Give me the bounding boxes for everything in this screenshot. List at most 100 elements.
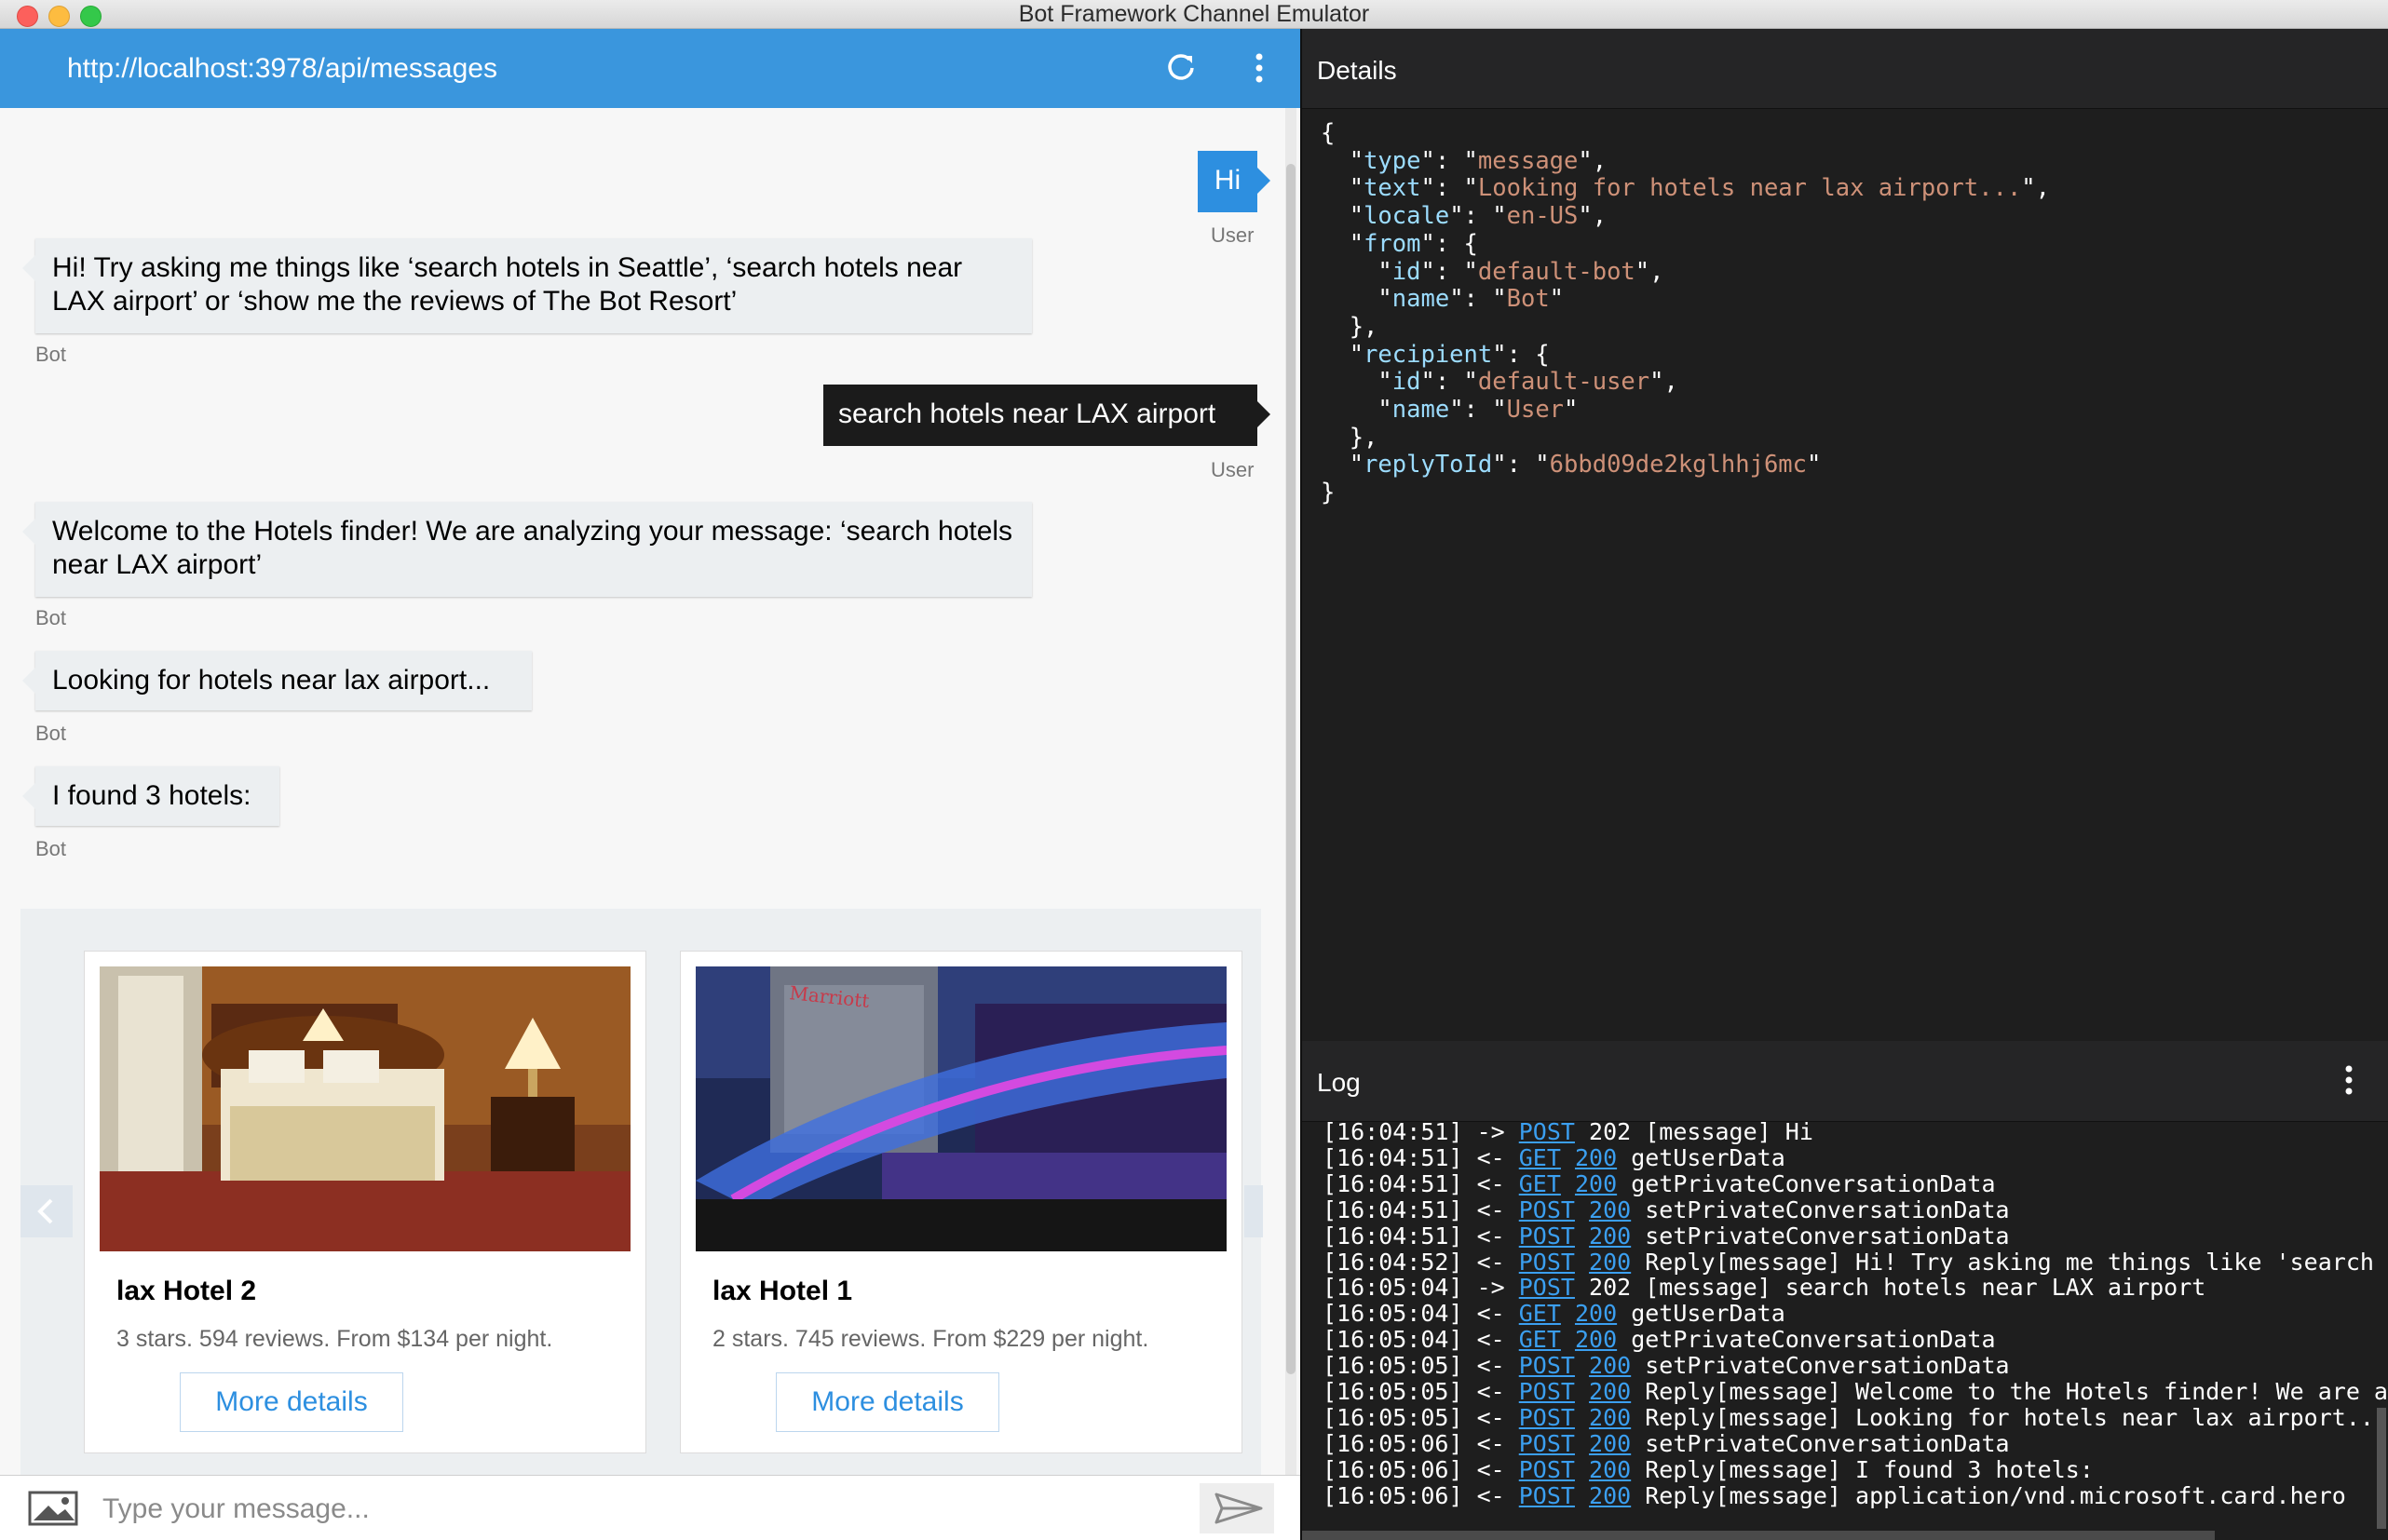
send-button[interactable] xyxy=(1200,1483,1274,1533)
log-direction: <- xyxy=(1476,1196,1505,1223)
log-status[interactable]: 200 xyxy=(1575,1170,1617,1197)
carousel-next-button[interactable] xyxy=(1244,1185,1263,1237)
log-line: [16:05:06] <- POST 200 setPrivateConvers… xyxy=(1323,1429,2388,1457)
hotel-title: lax Hotel 1 xyxy=(712,1276,853,1306)
hotel-card: lax Hotel 2 3 stars. 594 reviews. From $… xyxy=(84,951,646,1453)
log-method-link[interactable]: POST xyxy=(1519,1223,1575,1250)
log-status[interactable]: 200 xyxy=(1589,1223,1631,1250)
sender-label: Bot xyxy=(35,837,67,860)
log-method-link[interactable]: POST xyxy=(1519,1482,1575,1509)
log-message: Reply[message] Hi! Try asking me things … xyxy=(1645,1248,2388,1276)
log-method-link[interactable]: GET xyxy=(1519,1326,1561,1353)
log-status[interactable]: 200 xyxy=(1575,1326,1617,1353)
more-options-icon[interactable] xyxy=(1239,47,1280,88)
log-status[interactable]: 200 xyxy=(1589,1404,1631,1431)
log-status[interactable]: 200 xyxy=(1575,1144,1617,1171)
log-message: [message] Hi xyxy=(1645,1118,1813,1145)
sender-label: Bot xyxy=(35,343,67,366)
details-panel: Details { "type": "message", "text": "Lo… xyxy=(1302,29,2388,1041)
user-message[interactable]: Hi xyxy=(1198,151,1270,212)
sender-label: User xyxy=(1211,223,1255,247)
log-status[interactable]: 200 xyxy=(1575,1300,1617,1327)
image-upload-icon[interactable] xyxy=(26,1489,82,1528)
window-title: Bot Framework Channel Emulator xyxy=(1018,1,1370,27)
log-line: [16:05:04] <- GET 200 getPrivateConversa… xyxy=(1323,1327,2388,1353)
message-input[interactable] xyxy=(101,1483,1185,1535)
log-direction: <- xyxy=(1476,1352,1505,1380)
bot-message[interactable]: Welcome to the Hotels finder! We are ana… xyxy=(22,502,1032,597)
log-message: [message] search hotels near LAX airport xyxy=(1645,1274,2206,1302)
chat-scrollbar[interactable] xyxy=(1285,108,1296,1475)
log-method-link[interactable]: POST xyxy=(1519,1456,1575,1483)
log-status[interactable]: 200 xyxy=(1589,1196,1631,1223)
log-method-link[interactable]: GET xyxy=(1519,1170,1561,1197)
log-direction: <- xyxy=(1476,1143,1505,1171)
log-direction: <- xyxy=(1476,1403,1505,1431)
log-message: Reply[message] Welcome to the Hotels fin… xyxy=(1645,1378,2388,1406)
log-timestamp: [16:05:04] xyxy=(1323,1326,1477,1354)
log-line: [16:04:52] <- POST 200 Reply[message] Hi… xyxy=(1323,1248,2388,1276)
log-direction: -> xyxy=(1476,1274,1505,1302)
log-message: getPrivateConversationData xyxy=(1631,1326,1996,1354)
more-details-button[interactable]: More details xyxy=(776,1372,999,1432)
log-scrollbar[interactable] xyxy=(2377,1408,2386,1529)
log-direction: <- xyxy=(1476,1455,1505,1483)
log-message: getPrivateConversationData xyxy=(1631,1169,1996,1197)
log-timestamp: [16:05:05] xyxy=(1323,1352,1477,1380)
sender-label: Bot xyxy=(35,606,67,629)
log-timestamp: [16:05:06] xyxy=(1323,1455,1477,1483)
refresh-icon[interactable] xyxy=(1160,47,1201,88)
log-method-link[interactable]: POST xyxy=(1519,1118,1575,1145)
details-header: Details xyxy=(1302,29,2388,109)
more-details-button[interactable]: More details xyxy=(180,1372,403,1432)
window-titlebar: Bot Framework Channel Emulator xyxy=(0,0,2388,29)
log-status: 202 xyxy=(1589,1274,1632,1302)
hotel-exterior-image: Marriott xyxy=(696,966,1227,1251)
log-timestamp: [16:05:06] xyxy=(1323,1481,1477,1509)
log-method-link[interactable]: POST xyxy=(1519,1274,1575,1301)
log-title: Log xyxy=(1317,1068,1361,1097)
log-method-link[interactable]: GET xyxy=(1519,1300,1561,1327)
log-horizontal-scrollbar[interactable] xyxy=(1302,1531,2215,1540)
log-line: [16:05:06] <- POST 200 Reply[message] I … xyxy=(1323,1455,2388,1483)
carousel-prev-button[interactable] xyxy=(20,1185,73,1237)
log-method-link[interactable]: POST xyxy=(1519,1404,1575,1431)
chat-panel: http://localhost:3978/api/messages Hi Us… xyxy=(0,29,1300,1540)
log-status[interactable]: 200 xyxy=(1589,1249,1631,1276)
user-message[interactable]: search hotels near LAX airport xyxy=(823,385,1270,446)
log-timestamp: [16:04:51] xyxy=(1323,1169,1477,1197)
bot-message[interactable]: Hi! Try asking me things like ‘search ho… xyxy=(22,238,1032,333)
log-message: setPrivateConversationData xyxy=(1645,1429,2010,1457)
log-status[interactable]: 200 xyxy=(1589,1482,1631,1509)
log-method-link[interactable]: POST xyxy=(1519,1352,1575,1379)
log-message: getUserData xyxy=(1631,1300,1785,1328)
log-method-link[interactable]: POST xyxy=(1519,1196,1575,1223)
log-options-icon[interactable] xyxy=(2338,1060,2360,1101)
log-status[interactable]: 200 xyxy=(1589,1352,1631,1379)
log-line: [16:05:04] <- GET 200 getUserData xyxy=(1323,1301,2388,1327)
log-status[interactable]: 200 xyxy=(1589,1378,1631,1405)
log-timestamp: [16:04:51] xyxy=(1323,1118,1477,1145)
log-method-link[interactable]: GET xyxy=(1519,1144,1561,1171)
chat-header: http://localhost:3978/api/messages xyxy=(0,29,1300,108)
log-direction: <- xyxy=(1476,1481,1505,1509)
details-title: Details xyxy=(1317,56,1397,85)
log-direction: <- xyxy=(1476,1429,1505,1457)
bot-message[interactable]: I found 3 hotels: xyxy=(22,766,279,826)
log-message: setPrivateConversationData xyxy=(1645,1352,2010,1380)
log-timestamp: [16:05:04] xyxy=(1323,1274,1477,1302)
endpoint-url[interactable]: http://localhost:3978/api/messages xyxy=(67,29,497,108)
log-timestamp: [16:05:04] xyxy=(1323,1300,1477,1328)
log-direction: -> xyxy=(1476,1118,1505,1145)
log-status[interactable]: 200 xyxy=(1589,1430,1631,1457)
log-timestamp: [16:04:52] xyxy=(1323,1248,1477,1276)
log-method-link[interactable]: POST xyxy=(1519,1430,1575,1457)
log-status[interactable]: 200 xyxy=(1589,1456,1631,1483)
log-message: Reply[message] I found 3 hotels: xyxy=(1645,1455,2094,1483)
log-lines: [16:04:51] -> POST 202 [message] Hi [16:0… xyxy=(1323,1119,2388,1509)
bot-message[interactable]: Looking for hotels near lax airport... xyxy=(22,651,532,710)
hotel-card: Marriott lax Hotel 1 2 stars. 745 review… xyxy=(680,951,1242,1453)
log-line: [16:04:51] <- GET 200 getUserData xyxy=(1323,1143,2388,1171)
log-method-link[interactable]: POST xyxy=(1519,1378,1575,1405)
log-method-link[interactable]: POST xyxy=(1519,1249,1575,1276)
